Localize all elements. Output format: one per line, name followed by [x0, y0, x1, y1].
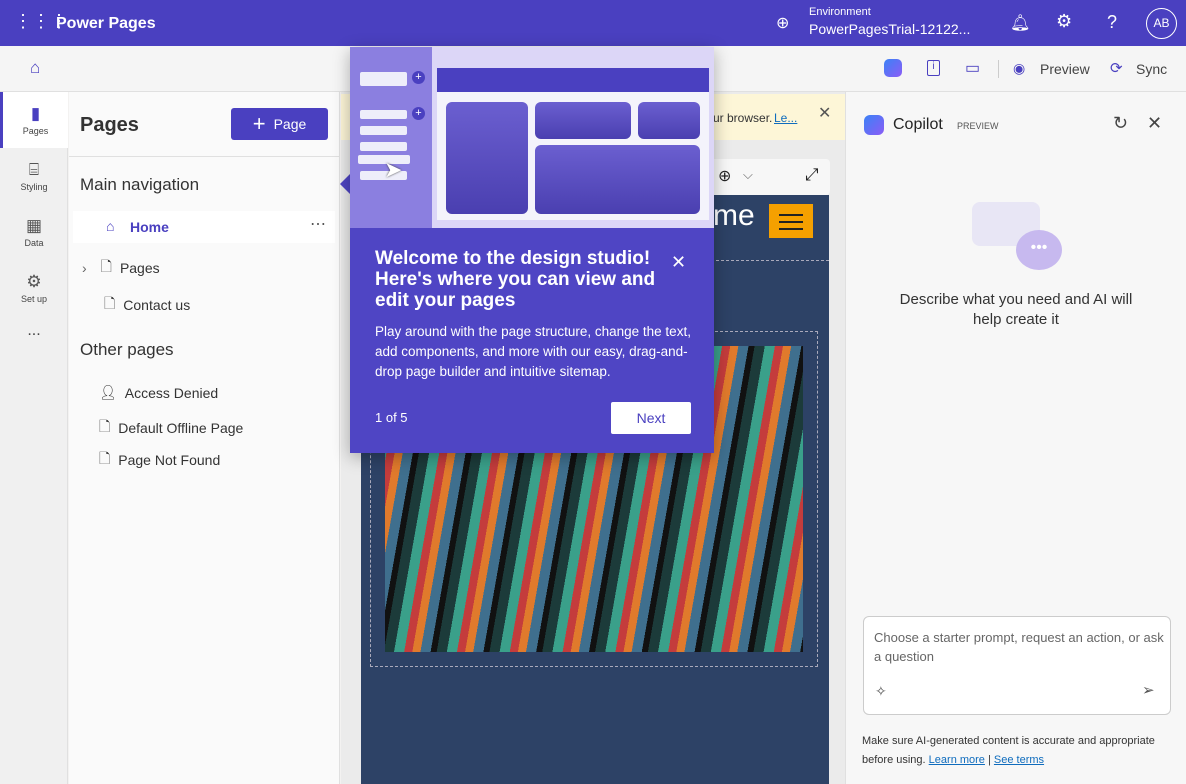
plus-icon: +	[252, 111, 266, 136]
environment-name[interactable]: PowerPagesTrial-12122...	[809, 21, 970, 37]
rail-styling[interactable]: ⌸ Styling	[0, 148, 68, 204]
disclaimer: Make sure AI-generated content is accura…	[862, 732, 1182, 770]
gear-icon[interactable]: ⚙	[1056, 11, 1072, 32]
comment-icon[interactable]: ▭	[965, 58, 980, 78]
home-icon: ⌂	[106, 218, 115, 234]
step-counter: 1 of 5	[375, 410, 408, 425]
close-icon[interactable]: ✕	[1147, 113, 1162, 134]
nav-label: Pages	[119, 260, 160, 276]
preview-badge: PREVIEW	[957, 121, 999, 131]
chat-bubble-icon: •••	[1016, 230, 1062, 270]
nav-label: Access Denied	[124, 384, 219, 401]
help-icon[interactable]: ?	[1107, 12, 1117, 33]
globe-icon: ⊕	[776, 15, 790, 32]
copilot-panel: Copilot PREVIEW ↻ ✕ ••• Describe what yo…	[845, 92, 1186, 784]
copilot-title: Copilot	[893, 116, 943, 133]
other-item-offline[interactable]: 🗋 Default Offline Page	[99, 416, 243, 440]
rail-data[interactable]: ▦ Data	[0, 204, 68, 260]
see-terms-link[interactable]: See terms	[994, 754, 1044, 766]
panel-title: Pages	[80, 114, 139, 136]
eye-icon: ◉	[1013, 60, 1026, 76]
setup-icon: ⚙	[26, 272, 42, 291]
rail-label: Data	[24, 238, 44, 248]
add-page-button[interactable]: + Page	[231, 108, 328, 140]
banner-link[interactable]: Le...	[774, 111, 797, 125]
page-icon: 🗋	[100, 258, 112, 274]
banner-text: ur browser.	[713, 111, 773, 125]
rail-pages[interactable]: ▮ Pages	[0, 92, 68, 148]
rail-label: Set up	[20, 294, 48, 304]
page-search-icon: 🗋	[99, 450, 111, 466]
preview-button[interactable]: Preview	[1040, 61, 1090, 77]
chevron-down-icon[interactable]: ⌵	[743, 167, 753, 183]
top-bar: ⋮⋮⋮ Power Pages ⊕ Environment PowerPages…	[0, 0, 1186, 46]
other-pages-heading: Other pages	[80, 340, 174, 359]
sync-button[interactable]: Sync	[1136, 61, 1167, 77]
page-icon: 🗋	[99, 418, 111, 434]
nav-label: Contact us	[123, 297, 191, 313]
environment-label: Environment	[809, 6, 871, 18]
add-page-label: Page	[273, 116, 307, 132]
copilot-icon	[864, 115, 884, 135]
main-navigation-heading: Main navigation	[80, 175, 200, 194]
person-icon: 👤︎	[99, 384, 117, 400]
more-options-icon[interactable]: ⋯	[310, 214, 326, 234]
other-item-not-found[interactable]: 🗋 Page Not Found	[99, 448, 220, 472]
nav-label: Page Not Found	[118, 452, 221, 468]
nav-item-home[interactable]: ⌂ Home ⋯	[73, 211, 335, 243]
sync-icon: ⟳	[1110, 60, 1123, 77]
rail-label: Styling	[20, 182, 48, 192]
nav-label: Default Offline Page	[118, 420, 244, 436]
page-icon: ▮	[30, 104, 41, 123]
left-rail: ▮ Pages ⌸ Styling ▦ Data ⚙ Set up ...	[0, 92, 68, 784]
chevron-right-icon[interactable]: ›	[82, 260, 87, 276]
rail-label: Pages	[22, 126, 49, 136]
site-title: me	[713, 199, 755, 232]
input-placeholder: Choose a starter prompt, request an acti…	[874, 630, 1164, 664]
nav-item-contact[interactable]: 🗋 Contact us	[104, 293, 190, 317]
sparkle-icon[interactable]: ✧	[875, 683, 887, 700]
close-icon[interactable]: ✕	[818, 103, 831, 123]
popup-body: Play around with the page structure, cha…	[375, 324, 691, 379]
brush-icon: ⌸	[28, 160, 40, 179]
cursor-icon: ➤	[384, 157, 403, 182]
table-icon: ▦	[25, 216, 43, 235]
bell-icon[interactable]: 🔔︎	[1010, 13, 1030, 33]
next-button[interactable]: Next	[611, 402, 691, 434]
close-icon[interactable]: ✕	[671, 252, 686, 273]
other-item-access-denied[interactable]: 👤︎ Access Denied	[99, 384, 218, 401]
learn-more-link[interactable]: Learn more	[929, 754, 985, 766]
info-icon[interactable]: i	[927, 60, 940, 76]
popup-title: Welcome to the design studio! Here's whe…	[375, 248, 656, 311]
app-title: Power Pages	[56, 15, 156, 32]
page-icon: 🗋	[104, 295, 116, 311]
pages-panel: Pages + Page Main navigation ⌂ Home ⋯ › 🗋 P…	[69, 92, 340, 784]
divider	[69, 156, 340, 157]
rail-setup[interactable]: ⚙ Set up	[0, 260, 68, 316]
separator: |	[988, 754, 991, 766]
avatar[interactable]: AB	[1146, 8, 1177, 39]
nav-label: Home	[130, 219, 169, 235]
popup-pointer	[340, 174, 350, 194]
hamburger-menu-button[interactable]	[769, 204, 813, 238]
send-icon[interactable]: ➢	[1142, 681, 1155, 699]
home-icon[interactable]: ⌂	[30, 58, 40, 78]
nav-item-pages[interactable]: › 🗋 Pages	[82, 256, 160, 280]
copilot-input[interactable]: Choose a starter prompt, request an acti…	[863, 616, 1171, 715]
expand-icon[interactable]: ⤢	[805, 165, 819, 185]
zoom-icon[interactable]: ⊕	[718, 166, 731, 186]
refresh-icon[interactable]: ↻	[1113, 113, 1128, 134]
copilot-icon[interactable]	[884, 59, 902, 77]
rail-more[interactable]: ...	[0, 316, 68, 372]
popup-illustration: + + ➤	[350, 47, 714, 228]
copilot-prompt: Describe what you need and AI will help …	[899, 291, 1133, 328]
divider	[998, 60, 999, 78]
welcome-teaching-popup: + + ➤ Welcome to the design studio! Here…	[350, 47, 714, 453]
